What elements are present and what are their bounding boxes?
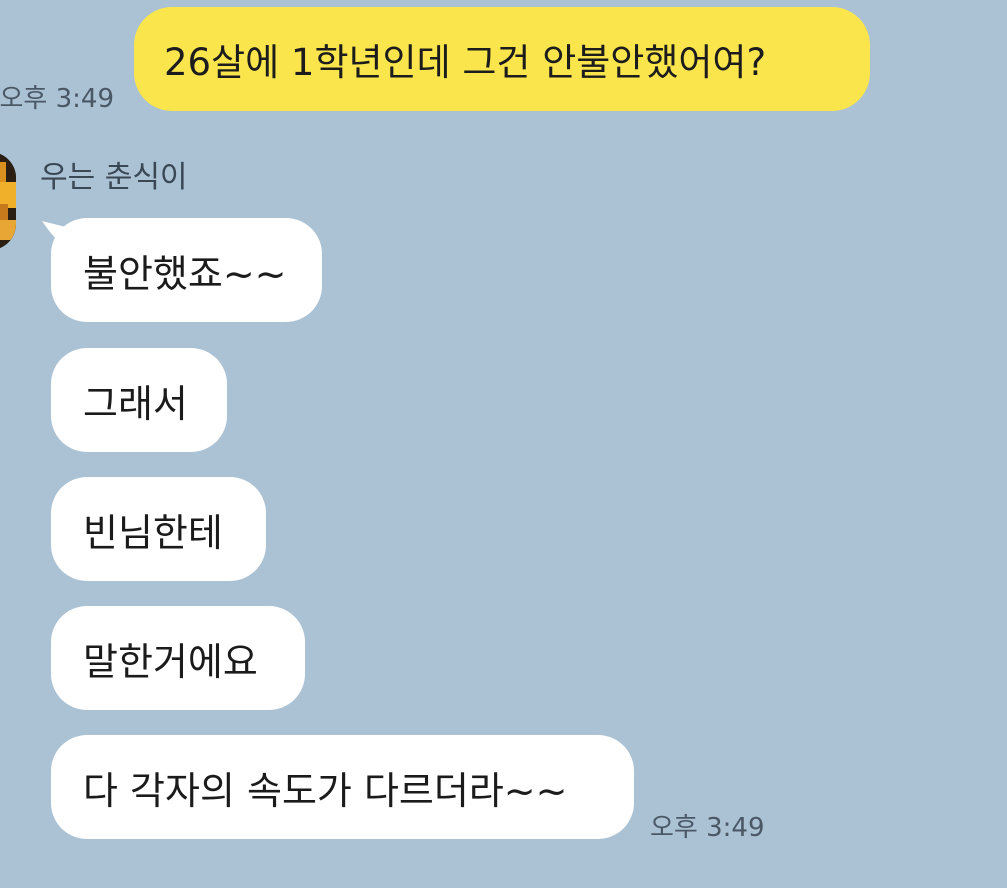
incoming-message-bubble[interactable]: 그래서	[51, 348, 227, 452]
incoming-message-bubble[interactable]: 말한거에요	[51, 606, 305, 710]
chat-area: 오후 3:49 26살에 1학년인데 그건 안불안했어여? 우는 춘식이 불안했…	[0, 0, 1007, 888]
incoming-message-bubble[interactable]: 불안했죠~~	[51, 218, 322, 322]
sender-avatar[interactable]	[0, 152, 16, 250]
outgoing-timestamp: 오후 3:49	[0, 84, 114, 114]
incoming-message-bubble[interactable]: 빈님한테	[51, 477, 266, 581]
outgoing-message-bubble[interactable]: 26살에 1학년인데 그건 안불안했어여?	[134, 7, 870, 111]
incoming-message-bubble[interactable]: 다 각자의 속도가 다르더라~~	[51, 735, 634, 839]
incoming-timestamp: 오후 3:49	[650, 813, 765, 843]
sender-name: 우는 춘식이	[40, 160, 188, 195]
